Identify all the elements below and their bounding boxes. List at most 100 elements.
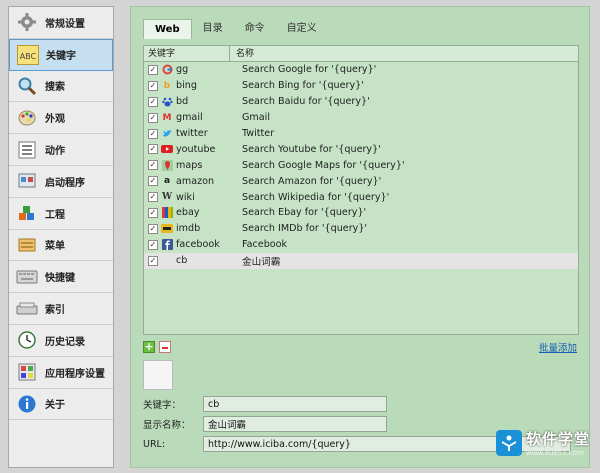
row-checkbox[interactable]: ✓	[148, 80, 158, 91]
settings-sidebar: 常规设置 ABC 关键字 搜索 外观 动作 启动程序 工程 菜单 快捷键 索引 …	[8, 6, 114, 468]
sidebar-item-actions[interactable]: 动作	[9, 134, 113, 166]
sidebar-item-label: 关于	[45, 400, 65, 412]
table-row[interactable]: ✓ twitter Twitter	[144, 126, 578, 142]
sidebar-item-label: 动作	[45, 146, 65, 158]
row-checkbox[interactable]: ✓	[148, 128, 158, 139]
magnifier-icon	[15, 74, 39, 98]
sidebar-item-label: 工程	[45, 209, 65, 221]
sidebar-item-app-settings[interactable]: 应用程序设置	[9, 357, 113, 389]
keyboard-icon	[15, 265, 39, 289]
table-row[interactable]: ✓ ebay Search Ebay for '{query}'	[144, 205, 578, 221]
column-header-name[interactable]: 名称	[230, 46, 254, 62]
row-checkbox[interactable]: ✓	[148, 207, 158, 218]
remove-keyword-button[interactable]	[159, 341, 171, 353]
row-name: Search Wikipedia for '{query}'	[242, 191, 390, 203]
column-header-keyword[interactable]: 关键字	[144, 46, 230, 61]
row-checkbox[interactable]: ✓	[148, 64, 158, 75]
clock-icon	[15, 328, 39, 352]
row-checkbox[interactable]: ✓	[148, 112, 158, 123]
sidebar-item-hotkeys[interactable]: 快捷键	[9, 261, 113, 294]
ebay-icon	[161, 207, 173, 219]
row-keyword: imdb	[176, 223, 201, 235]
table-row[interactable]: ✓ a amazon Search Amazon for '{query}'	[144, 173, 578, 189]
sidebar-item-search[interactable]: 搜索	[9, 71, 113, 103]
table-row[interactable]: ✓ gg Search Google for '{query}'	[144, 62, 578, 78]
table-header: 关键字 名称	[144, 46, 578, 62]
baidu-icon	[161, 96, 173, 108]
add-keyword-button[interactable]: +	[143, 341, 155, 353]
tab-web[interactable]: Web	[143, 19, 192, 39]
row-name: Twitter	[242, 128, 275, 139]
sidebar-item-label: 外观	[45, 114, 65, 126]
sidebar-item-menu[interactable]: 菜单	[9, 230, 113, 262]
sidebar-item-general[interactable]: 常规设置	[9, 7, 113, 39]
table-row[interactable]: ✓ W wiki Search Wikipedia for '{query}'	[144, 189, 578, 205]
facebook-icon	[161, 239, 173, 251]
sidebar-item-about[interactable]: 关于	[9, 389, 113, 421]
sidebar-item-label: 启动程序	[45, 177, 85, 189]
row-name: Search Google for '{query}'	[242, 64, 377, 76]
row-checkbox[interactable]: ✓	[148, 96, 158, 107]
row-checkbox[interactable]: ✓	[148, 239, 158, 250]
table-row[interactable]: ✓ cb 金山词霸	[144, 252, 578, 269]
abc-icon: ABC	[16, 43, 40, 67]
tab-custom[interactable]: 自定义	[276, 19, 328, 39]
table-row[interactable]: ✓ maps Search Google Maps for '{query}'	[144, 157, 578, 173]
sidebar-item-appearance[interactable]: 外观	[9, 102, 113, 135]
watermark: 软件学堂 www.xue51.com	[496, 428, 590, 457]
row-keyword: bd	[176, 96, 189, 108]
table-row[interactable]: ✓ youtube Search Youtube for '{query}'	[144, 141, 578, 157]
info-icon	[15, 392, 39, 416]
row-checkbox[interactable]: ✓	[148, 160, 158, 171]
blocks-icon	[15, 201, 39, 225]
row-keyword: gmail	[176, 112, 203, 124]
sidebar-item-project[interactable]: 工程	[9, 198, 113, 230]
row-checkbox[interactable]: ✓	[148, 223, 158, 234]
gear-icon	[15, 10, 39, 34]
table-row[interactable]: ✓ facebook Facebook	[144, 237, 578, 253]
row-keyword: facebook	[176, 239, 220, 251]
table-row[interactable]: ✓ imdb Search IMDb for '{query}'	[144, 221, 578, 237]
row-keyword: amazon	[176, 175, 215, 187]
keyword-icon-preview[interactable]	[143, 360, 173, 390]
row-name: Search Youtube for '{query}'	[242, 143, 381, 155]
row-name: Search Amazon for '{query}'	[242, 175, 382, 187]
row-checkbox[interactable]: ✓	[148, 255, 158, 266]
table-row[interactable]: ✓ b bing Search Bing for '{query}'	[144, 78, 578, 94]
batch-add-link[interactable]: 批量添加	[539, 340, 577, 354]
amazon-icon: a	[163, 176, 171, 187]
tab-command[interactable]: 命令	[234, 19, 276, 39]
watermark-url: www.xue51.com	[526, 449, 584, 457]
sidebar-item-history[interactable]: 历史记录	[9, 325, 113, 357]
sidebar-item-keywords[interactable]: ABC 关键字	[9, 38, 113, 71]
sidebar-item-label: 快捷键	[45, 273, 75, 285]
keyword-input[interactable]	[203, 396, 387, 412]
tab-bar: Web 目录 命令 自定义	[143, 19, 328, 39]
display-name-input[interactable]	[203, 416, 387, 432]
row-keyword: ebay	[176, 207, 200, 219]
sidebar-item-launcher[interactable]: 启动程序	[9, 166, 113, 198]
table-row[interactable]: ✓ bd Search Baidu for '{query}'	[144, 94, 578, 110]
row-name: Search Ebay for '{query}'	[242, 207, 367, 219]
keywords-panel: Web 目录 命令 自定义 关键字 名称 ✓ gg Search Google …	[130, 6, 590, 468]
gmail-icon: M	[162, 112, 172, 123]
row-keyword: maps	[176, 159, 203, 171]
menu-icon	[15, 233, 39, 257]
row-checkbox[interactable]: ✓	[148, 192, 158, 203]
wikipedia-icon: W	[161, 192, 173, 203]
keyword-label: 关键字：	[143, 400, 182, 411]
bing-icon: b	[163, 80, 171, 91]
google-icon	[161, 64, 173, 76]
tab-directory[interactable]: 目录	[192, 19, 234, 39]
row-name: Facebook	[242, 239, 288, 251]
list-icon	[15, 138, 39, 162]
keyword-field-row: 关键字：	[143, 395, 387, 413]
row-checkbox[interactable]: ✓	[148, 144, 158, 155]
watermark-logo-icon	[496, 429, 522, 456]
sidebar-item-index[interactable]: 索引	[9, 293, 113, 325]
row-keyword: bing	[176, 80, 197, 92]
app-settings-icon	[15, 360, 39, 384]
keyword-table: 关键字 名称 ✓ gg Search Google for '{query}' …	[143, 45, 579, 335]
row-checkbox[interactable]: ✓	[148, 176, 158, 187]
table-row[interactable]: ✓ M gmail Gmail	[144, 110, 578, 126]
